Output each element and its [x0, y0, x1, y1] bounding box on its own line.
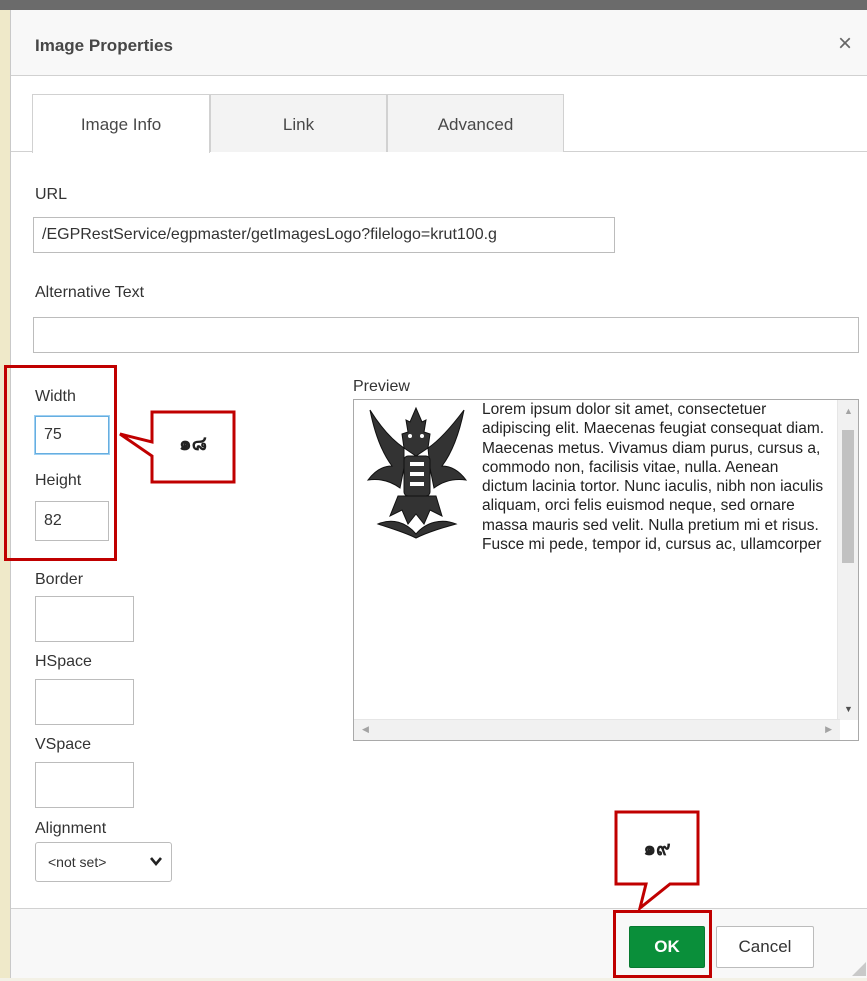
- close-icon[interactable]: ×: [838, 32, 852, 56]
- image-properties-dialog: Image Properties × Image Info Link Advan…: [10, 10, 867, 978]
- preview-box: Lorem ipsum dolor sit amet, consectetuer…: [353, 399, 859, 741]
- border-label: Border: [35, 571, 84, 588]
- callout-19-text: ๑๙: [643, 836, 671, 860]
- vspace-label: VSpace: [35, 736, 92, 753]
- alignment-select[interactable]: <not set>: [35, 842, 172, 882]
- garuda-emblem-image: [358, 400, 476, 540]
- scroll-down-icon[interactable]: ▼: [844, 704, 853, 714]
- height-label: Height: [35, 472, 82, 489]
- dialog-title: Image Properties: [35, 36, 173, 55]
- hspace-label: HSpace: [35, 653, 92, 670]
- dialog-titlebar[interactable]: Image Properties ×: [11, 10, 867, 76]
- callout-18-text: ๑๘: [178, 431, 208, 455]
- alignment-select-value: <not set>: [48, 854, 107, 870]
- width-input[interactable]: 75: [35, 416, 109, 454]
- alt-text-input[interactable]: [33, 317, 859, 353]
- chevron-down-icon: [149, 843, 163, 895]
- hspace-input[interactable]: [35, 679, 134, 725]
- scroll-up-icon[interactable]: ▲: [844, 406, 853, 416]
- width-label: Width: [35, 388, 76, 405]
- url-input[interactable]: /EGPRestService/egpmaster/getImagesLogo?…: [33, 217, 615, 253]
- border-input[interactable]: [35, 596, 134, 642]
- preview-horizontal-scrollbar[interactable]: ◀ ▶: [354, 719, 840, 740]
- tab-image-info[interactable]: Image Info: [32, 94, 210, 153]
- alignment-label: Alignment: [35, 820, 107, 837]
- alt-text-label: Alternative Text: [35, 284, 145, 301]
- height-input[interactable]: 82: [35, 501, 109, 541]
- preview-lorem-text: Lorem ipsum dolor sit amet, consectetuer…: [482, 401, 825, 554]
- scroll-left-icon[interactable]: ◀: [362, 724, 369, 735]
- url-label: URL: [35, 186, 68, 203]
- tab-advanced[interactable]: Advanced: [387, 94, 564, 152]
- page-background-edge: [0, 10, 10, 978]
- resize-handle-icon[interactable]: [852, 962, 866, 976]
- preview-content: Lorem ipsum dolor sit amet, consectetuer…: [358, 400, 828, 720]
- cancel-button[interactable]: Cancel: [716, 926, 814, 968]
- ok-button[interactable]: OK: [629, 926, 705, 968]
- tab-link[interactable]: Link: [210, 94, 387, 152]
- scroll-thumb[interactable]: [842, 430, 854, 563]
- scroll-right-icon[interactable]: ▶: [825, 724, 832, 735]
- preview-vertical-scrollbar[interactable]: ▲ ▼: [837, 400, 858, 720]
- page-background-strip: [0, 0, 867, 10]
- preview-label: Preview: [353, 378, 410, 395]
- vspace-input[interactable]: [35, 762, 134, 808]
- tab-bar: Image Info Link Advanced: [11, 94, 867, 153]
